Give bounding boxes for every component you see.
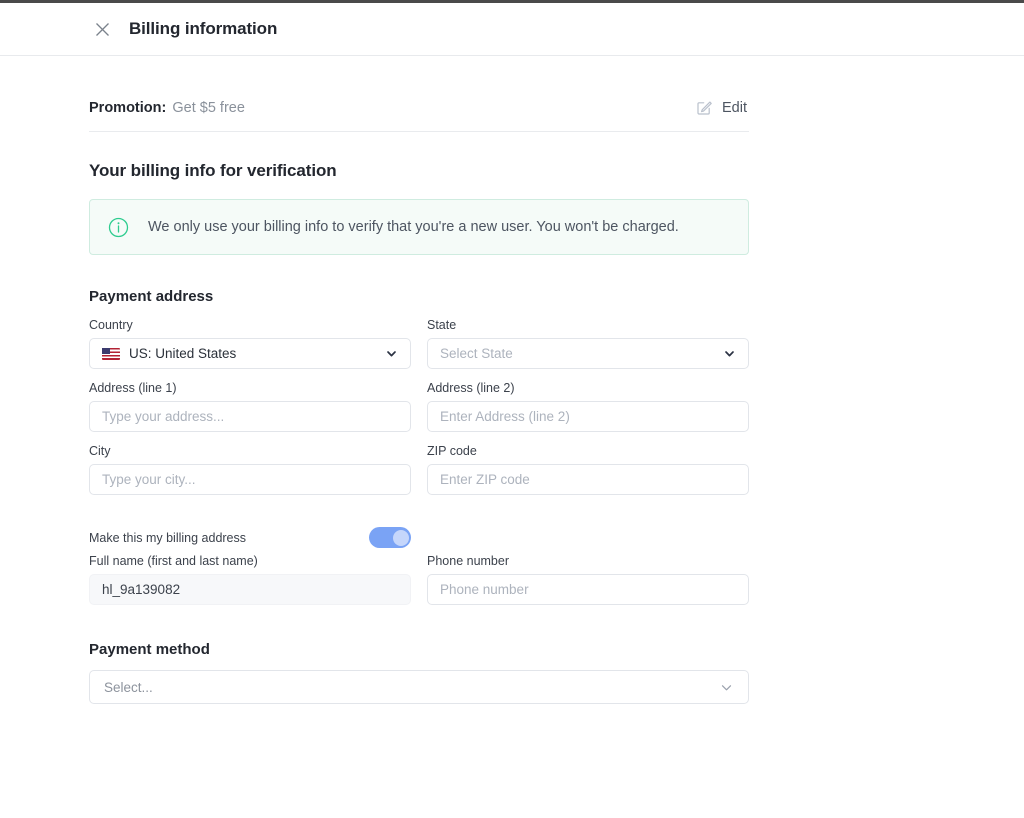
dialog-body: Promotion: Get $5 free Edit Your billing… xyxy=(0,56,1024,704)
city-label: City xyxy=(89,444,411,458)
promotion-text: Promotion: Get $5 free xyxy=(89,100,245,116)
payment-method-select[interactable]: Select... xyxy=(89,670,749,704)
billing-address-toggle-label: Make this my billing address xyxy=(89,531,246,545)
toggle-knob xyxy=(393,530,409,546)
field-city: City xyxy=(89,444,411,495)
state-select[interactable]: Select State xyxy=(427,338,749,369)
name-phone-grid: Full name (first and last name) hl_9a139… xyxy=(89,554,749,617)
verification-notice-text: We only use your billing info to verify … xyxy=(148,219,679,235)
edit-label: Edit xyxy=(722,100,747,116)
full-name-value[interactable]: hl_9a139082 xyxy=(89,574,411,605)
promotion-value: Get $5 free xyxy=(172,100,245,116)
country-value: US: United States xyxy=(129,346,236,361)
field-country: Country US: United States xyxy=(89,318,411,369)
country-label: Country xyxy=(89,318,411,332)
us-flag-icon xyxy=(102,348,120,360)
full-name-label: Full name (first and last name) xyxy=(89,554,411,568)
address-line2-label: Address (line 2) xyxy=(427,381,749,395)
zip-label: ZIP code xyxy=(427,444,749,458)
chevron-down-icon xyxy=(719,680,734,695)
promotion-row: Promotion: Get $5 free Edit xyxy=(89,99,749,132)
payment-method-heading: Payment method xyxy=(89,641,749,658)
chevron-down-icon xyxy=(385,347,398,360)
billing-address-toggle[interactable] xyxy=(369,527,411,548)
billing-address-toggle-row: Make this my billing address xyxy=(89,527,411,548)
field-state: State Select State xyxy=(427,318,749,369)
edit-promotion-button[interactable]: Edit xyxy=(696,99,749,116)
state-placeholder: Select State xyxy=(440,346,513,361)
address-line2-input[interactable] xyxy=(427,401,749,432)
field-zip: ZIP code xyxy=(427,444,749,495)
phone-input[interactable] xyxy=(427,574,749,605)
dialog-header: Billing information xyxy=(0,3,1024,56)
zip-input[interactable] xyxy=(427,464,749,495)
payment-method-placeholder: Select... xyxy=(104,680,153,695)
close-icon xyxy=(94,21,111,38)
phone-label: Phone number xyxy=(427,554,749,568)
payment-address-heading: Payment address xyxy=(89,288,749,305)
field-full-name: Full name (first and last name) hl_9a139… xyxy=(89,554,411,605)
verification-heading: Your billing info for verification xyxy=(89,161,749,181)
address-line1-label: Address (line 1) xyxy=(89,381,411,395)
chevron-down-icon xyxy=(723,347,736,360)
page-title: Billing information xyxy=(129,19,277,39)
country-select[interactable]: US: United States xyxy=(89,338,411,369)
city-input[interactable] xyxy=(89,464,411,495)
payment-address-grid: Country US: United States State Select S… xyxy=(89,318,749,507)
field-address-line2: Address (line 2) xyxy=(427,381,749,432)
state-label: State xyxy=(427,318,749,332)
field-phone: Phone number xyxy=(427,554,749,605)
promotion-label: Promotion: xyxy=(89,100,166,116)
close-button[interactable] xyxy=(89,16,115,42)
field-address-line1: Address (line 1) xyxy=(89,381,411,432)
edit-pencil-square-icon xyxy=(696,99,713,116)
address-line1-input[interactable] xyxy=(89,401,411,432)
verification-notice: We only use your billing info to verify … xyxy=(89,199,749,255)
info-circle-icon xyxy=(108,217,129,238)
